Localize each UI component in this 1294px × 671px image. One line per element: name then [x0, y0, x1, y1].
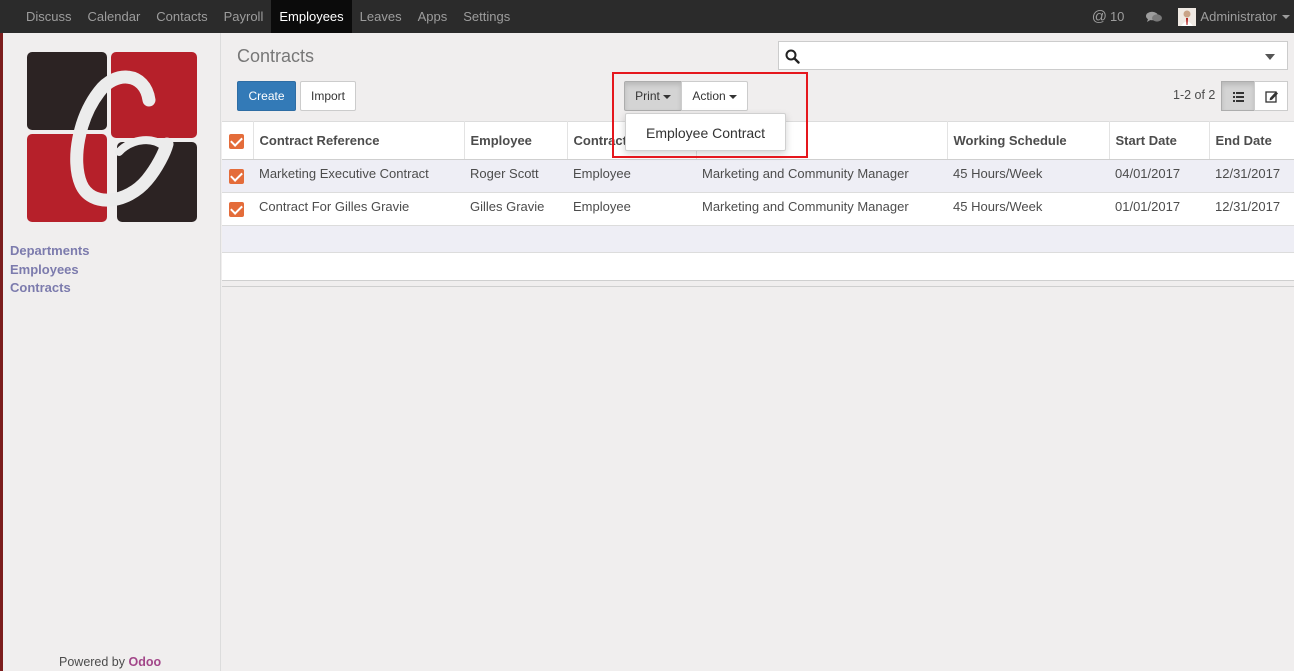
table-cell: 04/01/2017: [1109, 159, 1209, 193]
menu-leaves[interactable]: Leaves: [352, 0, 410, 33]
table-cell: Roger Scott: [464, 159, 567, 193]
list-view-icon: [1233, 92, 1244, 102]
mention-icon: @: [1091, 8, 1107, 25]
pager-value[interactable]: 1-2 of 2: [1173, 88, 1215, 102]
company-logo[interactable]: [27, 52, 197, 222]
powered-by-label: Powered by: [59, 655, 126, 669]
avatar: [1178, 7, 1197, 26]
table-cell: 01/01/2017: [1109, 192, 1209, 226]
menu-apps[interactable]: Apps: [410, 0, 456, 33]
empty-row: [222, 226, 1294, 253]
sidebar: Departments Employees Contracts Powered …: [3, 33, 221, 671]
table-cell: 45 Hours/Week: [947, 192, 1109, 226]
checkbox-icon[interactable]: [229, 202, 244, 217]
sidebar-nav: Departments Employees Contracts: [10, 242, 89, 298]
column-header[interactable]: Start Date: [1109, 121, 1210, 160]
column-header[interactable]: Contract Reference: [253, 121, 465, 160]
menu-contacts[interactable]: Contacts: [148, 0, 215, 33]
checkbox-icon[interactable]: [229, 134, 244, 149]
import-button[interactable]: Import: [300, 81, 356, 111]
menu-payroll[interactable]: Payroll: [216, 0, 272, 33]
user-name: Administrator: [1200, 9, 1277, 24]
edit-icon: [1265, 91, 1278, 103]
chevron-down-icon: [728, 94, 737, 99]
menu-employees[interactable]: Employees: [271, 0, 352, 33]
table-cell: Contract For Gilles Gravie: [253, 192, 464, 226]
app-menu: Discuss Calendar Contacts Payroll Employ…: [18, 0, 518, 33]
table-row[interactable]: Marketing Executive Contract Roger Scott…: [222, 159, 1294, 193]
menu-settings[interactable]: Settings: [455, 0, 518, 33]
table-cell: Marketing Executive Contract: [253, 159, 464, 193]
search-input[interactable]: [778, 41, 1288, 70]
mention-count: 10: [1109, 9, 1125, 24]
print-label: Print: [635, 89, 660, 103]
breadcrumb: Contracts: [237, 46, 315, 66]
empty-row: [222, 253, 1294, 281]
print-dropdown-menu: Employee Contract: [625, 113, 786, 151]
chevron-down-icon: [1282, 14, 1290, 19]
odoo-link[interactable]: Odoo: [129, 655, 162, 669]
table-cell: 12/31/2017: [1209, 159, 1294, 193]
column-header[interactable]: Working Schedule: [947, 121, 1110, 160]
mentions-button[interactable]: @ 10: [1092, 8, 1125, 25]
table-cell: 45 Hours/Week: [947, 159, 1109, 193]
top-navbar: Discuss Calendar Contacts Payroll Employ…: [0, 0, 1294, 33]
row-select-cell[interactable]: [222, 159, 253, 193]
action-button[interactable]: Action: [681, 81, 748, 111]
table-row[interactable]: Contract For Gilles Gravie Gilles Gravie…: [222, 192, 1294, 226]
action-label: Action: [692, 89, 726, 103]
chat-icon[interactable]: [1146, 11, 1163, 23]
select-all-cell[interactable]: [222, 121, 254, 160]
table-cell: Employee: [567, 192, 696, 226]
table-footer: [222, 281, 1294, 287]
user-menu[interactable]: Administrator: [1178, 7, 1290, 26]
table-cell: Gilles Gravie: [464, 192, 567, 226]
row-select-cell[interactable]: [222, 192, 253, 226]
menu-item-employee-contract[interactable]: Employee Contract: [646, 125, 765, 141]
table-cell: Marketing and Community Manager: [696, 159, 947, 193]
menu-calendar[interactable]: Calendar: [80, 0, 149, 33]
create-button[interactable]: Create: [237, 81, 296, 111]
sidebar-item-contracts[interactable]: Contracts: [10, 279, 89, 298]
print-button[interactable]: Print: [624, 81, 682, 111]
form-view-button[interactable]: [1254, 81, 1288, 111]
column-header[interactable]: End Date: [1209, 121, 1294, 160]
search-icon: [785, 49, 800, 67]
chevron-down-icon: [662, 94, 671, 99]
sidebar-item-departments[interactable]: Departments: [10, 242, 89, 261]
table-cell: 12/31/2017: [1209, 192, 1294, 226]
column-header[interactable]: Employee: [464, 121, 568, 160]
sidebar-item-employees[interactable]: Employees: [10, 261, 89, 280]
menu-discuss[interactable]: Discuss: [18, 0, 80, 33]
powered-by: Powered by Odoo: [59, 655, 161, 669]
checkbox-icon[interactable]: [229, 169, 244, 184]
search-options-toggle[interactable]: [1265, 54, 1275, 60]
table-cell: Marketing and Community Manager: [696, 192, 947, 226]
table-cell: Employee: [567, 159, 696, 193]
list-view-button[interactable]: [1221, 81, 1255, 111]
